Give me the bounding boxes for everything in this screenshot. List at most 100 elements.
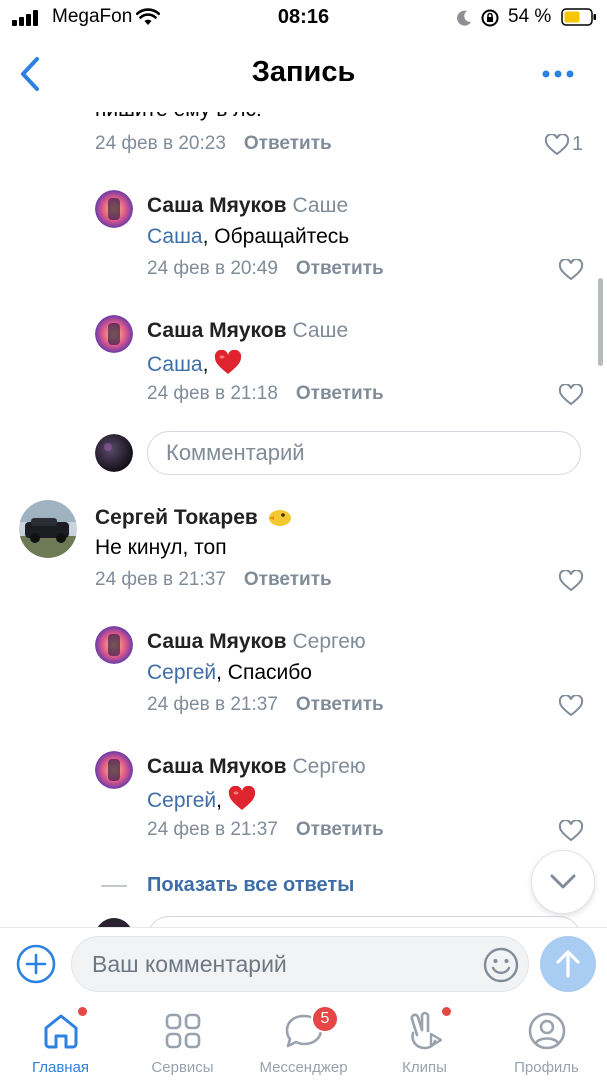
- like-icon[interactable]: [558, 259, 584, 281]
- avatar-image: [95, 315, 133, 353]
- tab-clips[interactable]: Клипы: [364, 1003, 485, 1080]
- tab-label: Клипы: [402, 1059, 447, 1076]
- tab-messenger[interactable]: 5 Мессенджер: [243, 1003, 364, 1080]
- comment-date: 24 фев в 21:18: [147, 383, 278, 404]
- reply-input-partial[interactable]: [147, 916, 581, 927]
- notification-dot: [78, 1007, 87, 1016]
- like-count: 1: [572, 133, 584, 155]
- send-button[interactable]: [540, 936, 596, 992]
- tab-label: Мессенджер: [259, 1059, 348, 1076]
- comment-input[interactable]: Ваш комментарий: [71, 936, 529, 992]
- author-name[interactable]: Сергей Токарев: [95, 506, 258, 529]
- like-icon[interactable]: [558, 384, 584, 406]
- like-icon[interactable]: [558, 820, 584, 842]
- comment-meta: 24 фев в 20:23 Ответить: [95, 133, 332, 155]
- like-icon[interactable]: [558, 695, 584, 717]
- tab-label: Сервисы: [151, 1059, 214, 1076]
- like-icon[interactable]: [544, 134, 570, 156]
- scroll-down-button[interactable]: [531, 850, 595, 914]
- comment-body: ,: [216, 789, 228, 812]
- author-name[interactable]: Саша Мяуков: [147, 194, 287, 217]
- comment-avatar[interactable]: [95, 751, 133, 789]
- reply-button[interactable]: Ответить: [296, 694, 384, 715]
- unread-badge: 5: [311, 1005, 339, 1033]
- nav-header: Запись: [0, 36, 607, 112]
- comment-header: Саша Мяуков Сергею: [147, 630, 366, 654]
- author-name[interactable]: Саша Мяуков: [147, 755, 287, 778]
- tab-profile[interactable]: Профиль: [486, 1003, 607, 1080]
- emoji-icon[interactable]: [482, 946, 520, 984]
- clips-icon: [410, 1011, 443, 1050]
- tab-services[interactable]: Сервисы: [122, 1003, 243, 1080]
- services-icon: [165, 1013, 201, 1049]
- tab-label: Профиль: [514, 1059, 579, 1076]
- comment-meta: 24 фев в 20:49 Ответить: [147, 258, 384, 280]
- send-arrow-icon: [556, 950, 580, 978]
- comment-text: Саша,: [147, 349, 242, 377]
- comment-date: 24 фев в 20:49: [147, 258, 278, 279]
- comment-body: ,: [202, 353, 215, 376]
- battery-icon: [561, 8, 596, 26]
- notification-dot: [442, 1007, 451, 1016]
- comment-header: Сергей Токарев: [95, 505, 292, 530]
- attach-plus-icon[interactable]: [16, 944, 56, 984]
- comment-header: Саша Мяуков Сергею: [147, 755, 366, 779]
- comment-date: 24 фев в 21:37: [147, 694, 278, 715]
- show-all-replies-button[interactable]: Показать все ответы: [147, 874, 354, 897]
- comment-text: Саша, Обращайтесь: [147, 225, 349, 249]
- comment-header: Саша Мяуков Саше: [147, 194, 348, 218]
- comment-input-placeholder: Ваш комментарий: [92, 951, 287, 977]
- red-heart-emoji-icon: [228, 785, 255, 810]
- comment-body: , Обращайтесь: [202, 225, 350, 248]
- mention-link[interactable]: Сергей: [147, 661, 216, 684]
- page-title: Запись: [251, 56, 356, 88]
- avatar-image: [95, 190, 133, 228]
- reply-to: Саше: [292, 319, 349, 342]
- reply-button[interactable]: Ответить: [244, 569, 332, 590]
- mention-link[interactable]: Саша: [147, 225, 203, 248]
- reply-to: Сергею: [292, 755, 366, 778]
- comment-text: Сергей, Спасибо: [147, 661, 312, 685]
- comment-header: Саша Мяуков Саше: [147, 319, 348, 343]
- reply-to: Саше: [292, 194, 349, 217]
- comments-feed[interactable]: пишите ему в лс! 24 фев в 20:23Ответить …: [0, 112, 607, 927]
- comment-date: 24 фев в 20:23: [95, 133, 226, 154]
- mention-link[interactable]: Сергей: [147, 789, 216, 812]
- author-name[interactable]: Саша Мяуков: [147, 319, 287, 342]
- more-options-icon[interactable]: [542, 70, 574, 78]
- reply-button[interactable]: Ответить: [244, 133, 332, 154]
- chevron-down-icon: [550, 874, 576, 889]
- comment-avatar[interactable]: [95, 190, 133, 233]
- comment-meta: 24 фев в 21:37 Ответить: [147, 694, 384, 716]
- battery-percent: 54 %: [508, 6, 552, 27]
- like-icon[interactable]: [558, 570, 584, 592]
- scrollbar[interactable]: [598, 278, 603, 366]
- mention-link[interactable]: Саша: [147, 353, 203, 376]
- reply-placeholder: Комментарий: [166, 440, 305, 465]
- comment-meta: 24 фев в 21:37 Ответить: [95, 569, 332, 591]
- reply-button[interactable]: Ответить: [296, 383, 384, 404]
- comment-compose-bar: Ваш комментарий: [0, 927, 607, 1004]
- comment-avatar[interactable]: [19, 500, 77, 558]
- my-avatar: [95, 918, 133, 927]
- profile-icon: [528, 1012, 566, 1050]
- comment-date: 24 фев в 21:37: [95, 569, 226, 590]
- comment-avatar[interactable]: [95, 315, 133, 358]
- orientation-lock-icon: [481, 9, 499, 27]
- moon-icon: [457, 10, 471, 26]
- comment-date: 24 фев в 21:37: [147, 819, 278, 840]
- status-bar: MegaFon 08:16 54 %: [0, 0, 607, 36]
- comment-meta: 24 фев в 21:18 Ответить: [147, 383, 384, 405]
- author-name[interactable]: Саша Мяуков: [147, 630, 287, 653]
- reply-button[interactable]: Ответить: [296, 258, 384, 279]
- comment-avatar[interactable]: [95, 626, 133, 664]
- reply-input[interactable]: Комментарий: [147, 431, 581, 475]
- tab-home[interactable]: Главная: [0, 1003, 121, 1080]
- tab-label: Главная: [31, 1059, 90, 1076]
- tab-bar: Главная Сервисы 5 Мессенджер Клипы Профи…: [0, 1003, 607, 1080]
- comment-text: Не кинул, топ: [95, 536, 227, 559]
- thread-divider: [101, 885, 127, 887]
- reply-button[interactable]: Ответить: [296, 819, 384, 840]
- comment-body: , Спасибо: [216, 661, 312, 684]
- reply-to: Сергею: [292, 630, 366, 653]
